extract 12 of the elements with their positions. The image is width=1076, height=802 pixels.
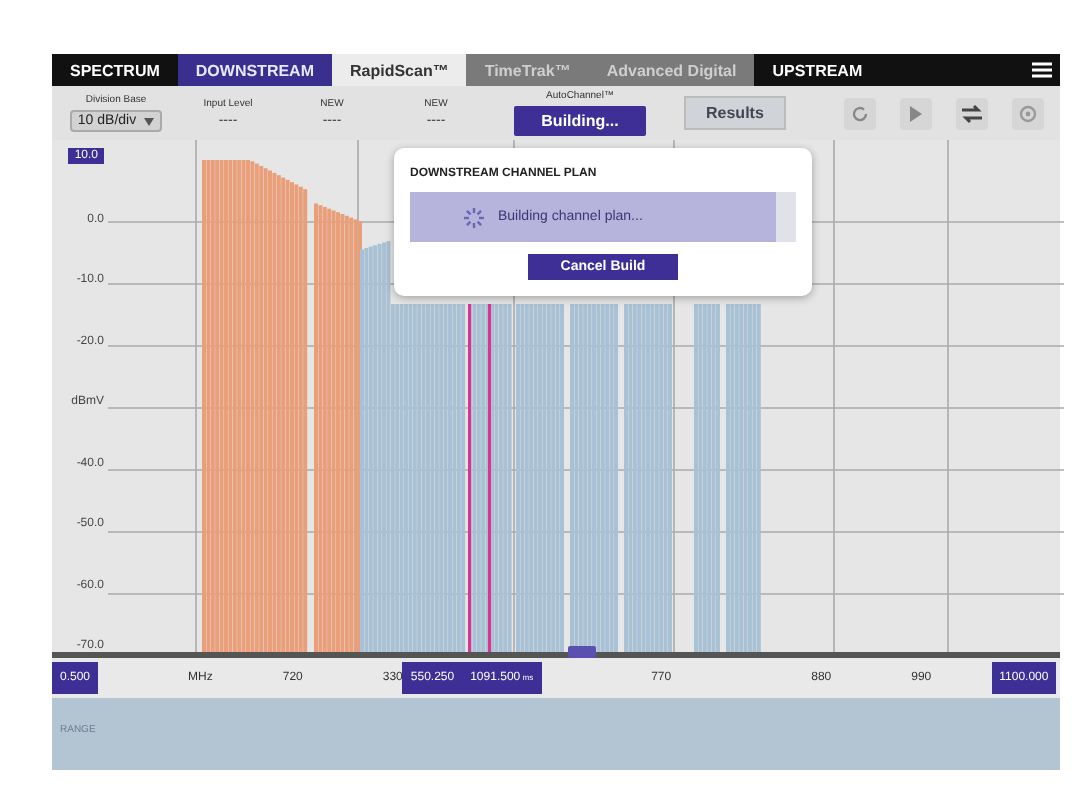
tab[interactable]: RapidScan™ [332,54,467,86]
caret-icon [144,117,155,125]
settings-icon[interactable] [1012,97,1044,129]
building-button[interactable]: Building... [513,106,647,136]
results-button[interactable]: Results [684,96,786,130]
spinner-icon [462,205,486,229]
swap-icon[interactable] [956,97,988,129]
tab[interactable]: DOWNSTREAM [177,54,332,86]
play-icon[interactable] [900,97,932,129]
refresh-icon[interactable] [844,97,876,129]
menu-icon[interactable] [1032,60,1052,80]
slider-handle[interactable] [568,646,596,658]
